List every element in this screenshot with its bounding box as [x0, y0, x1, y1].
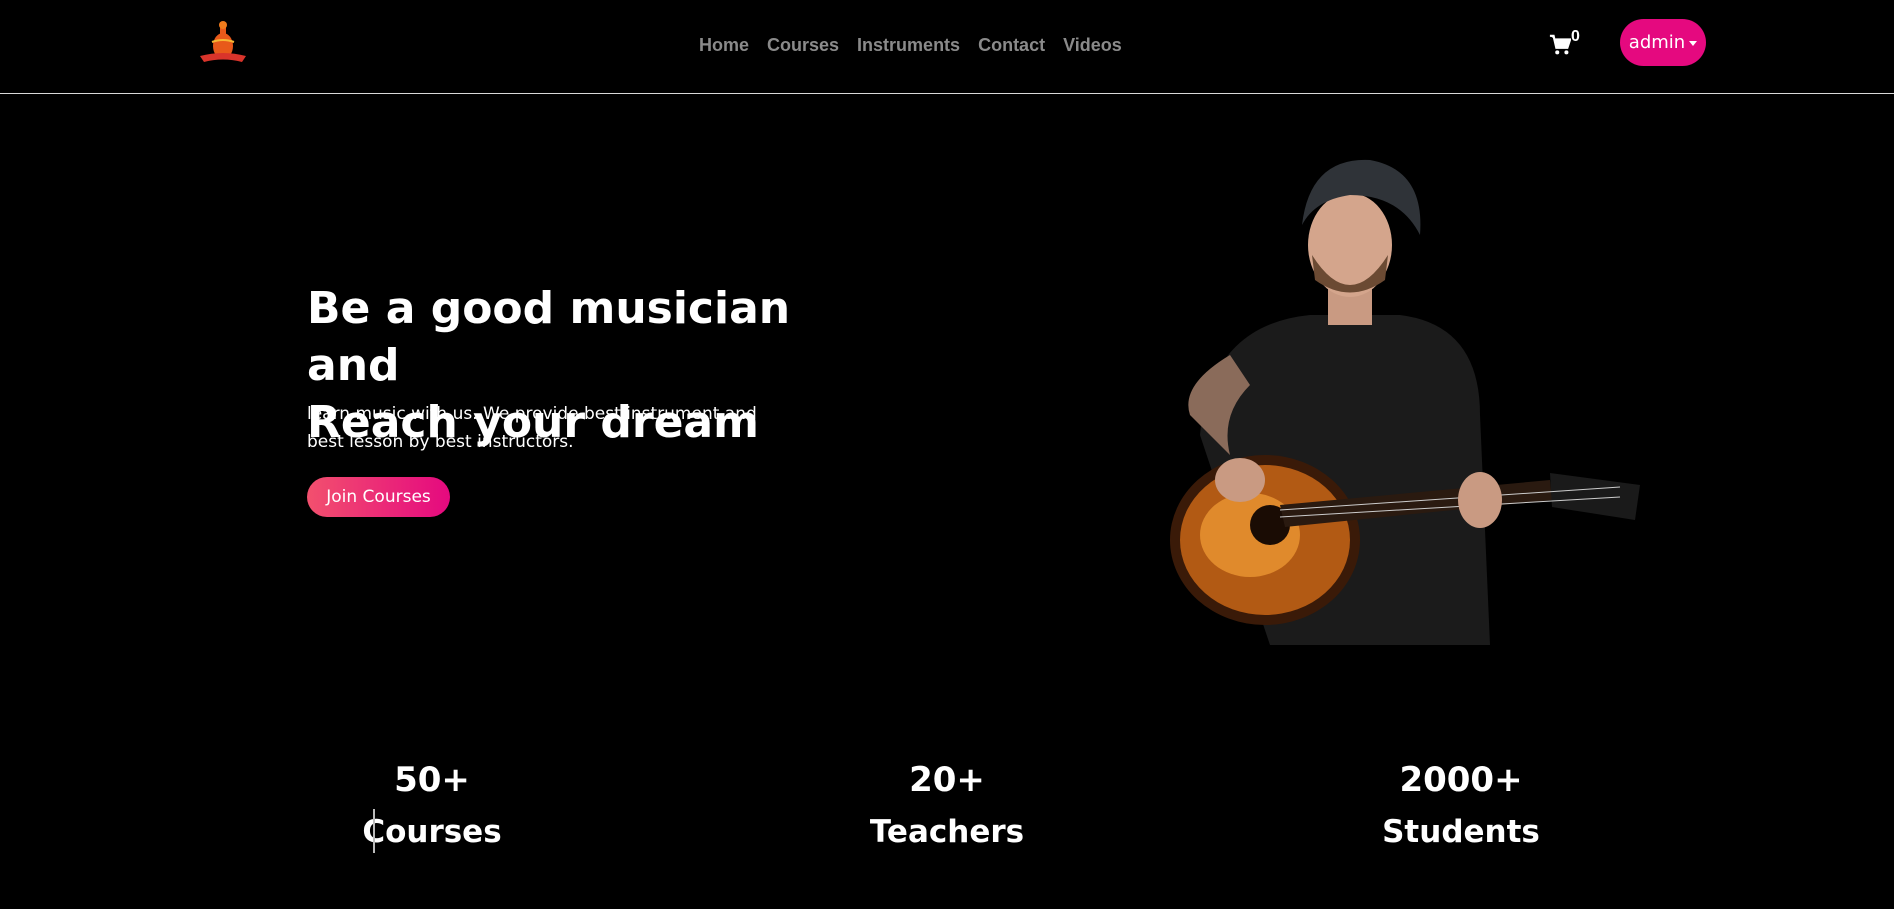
nav-link-videos[interactable]: Videos — [1063, 34, 1122, 56]
cart-button[interactable]: 0 — [1549, 28, 1589, 62]
hero-description: learn music with us. We provide best ins… — [307, 400, 777, 456]
stat-teachers: 20+ Teachers — [827, 755, 1067, 859]
main-nav: Home Courses Instruments Contact Videos — [699, 34, 1140, 56]
cart-icon — [1549, 34, 1571, 55]
join-courses-button[interactable]: Join Courses — [307, 477, 450, 517]
stat-label: Courses — [362, 814, 502, 850]
cart-count-badge: 0 — [1571, 28, 1580, 45]
stat-label: Students — [1382, 814, 1540, 850]
stat-value: 20+ — [909, 760, 985, 800]
nav-link-contact[interactable]: Contact — [978, 34, 1045, 56]
stat-value: 50+ — [394, 760, 470, 800]
stat-label: Teachers — [869, 814, 1025, 850]
caret-down-icon — [1689, 41, 1698, 46]
text-cursor — [373, 809, 375, 853]
violin-logo-icon[interactable] — [196, 20, 250, 66]
stat-value: 2000+ — [1399, 760, 1523, 800]
user-menu-label: admin — [1628, 32, 1686, 53]
navbar: Home Courses Instruments Contact Videos … — [0, 0, 1894, 94]
hero-title-line1: Be a good musician and — [307, 283, 791, 391]
nav-link-courses[interactable]: Courses — [767, 34, 839, 56]
stat-students: 2000+ Students — [1341, 755, 1581, 859]
hero-text-line1: learn music with us. We provide best ins… — [307, 404, 757, 424]
nav-link-home[interactable]: Home — [699, 34, 749, 56]
guitarist-image — [1080, 155, 1660, 645]
stat-courses: 50+ Courses — [312, 755, 552, 859]
hero-text-line2: best lesson by best instructors. — [307, 432, 574, 452]
user-menu-button[interactable]: admin — [1620, 19, 1706, 66]
nav-link-instruments[interactable]: Instruments — [857, 34, 960, 56]
